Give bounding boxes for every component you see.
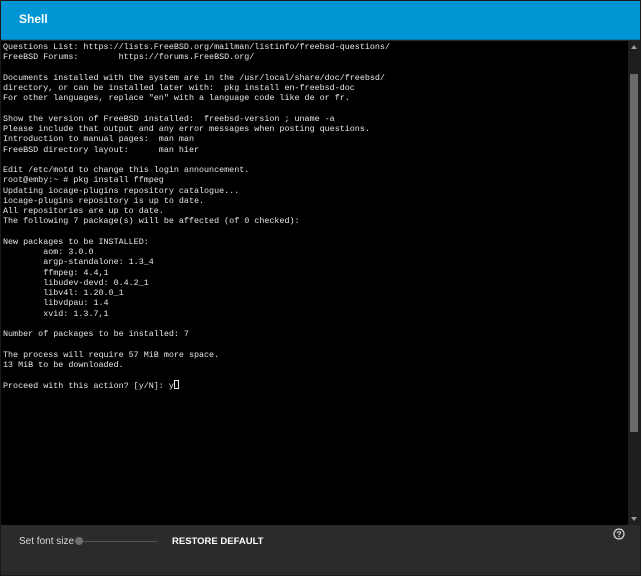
font-size-slider-track[interactable]	[75, 541, 157, 542]
terminal-line: Documents installed with the system are …	[3, 72, 385, 83]
terminal[interactable]: Questions List: https://lists.FreeBSD.or…	[1, 41, 628, 525]
terminal-line: The process will require 57 MiB more spa…	[3, 349, 220, 360]
terminal-line: Updating iocage-plugins repository catal…	[3, 185, 240, 196]
terminal-line: Number of packages to be installed: 7	[3, 329, 189, 339]
terminal-line: argp-standalone: 1.3_4	[3, 257, 154, 268]
terminal-line: Edit /etc/motd to change this login anno…	[3, 165, 250, 175]
shell-footer: Set font size RESTORE DEFAULT	[1, 525, 640, 575]
terminal-line: Proceed with this action? [y/N]: y	[3, 380, 628, 391]
terminal-line: FreeBSD directory layout: man hier	[3, 144, 200, 155]
shell-header: Shell	[1, 1, 640, 40]
page-title: Shell	[19, 12, 48, 26]
terminal-cursor	[173, 380, 179, 390]
help-circle-icon[interactable]	[613, 528, 625, 540]
terminal-line: Introduction to manual pages: man man	[3, 134, 194, 145]
terminal-output[interactable]: Questions List: https://lists.FreeBSD.or…	[1, 41, 628, 391]
scrollbar-thumb[interactable]	[630, 74, 638, 433]
terminal-line: 13 MiB to be downloaded.	[3, 359, 124, 370]
scroll-down-arrow-icon[interactable]	[631, 517, 637, 521]
terminal-line: libv4l: 1.20.0_1	[3, 288, 124, 298]
font-size-label: Set font size	[19, 536, 75, 547]
terminal-line: New packages to be INSTALLED:	[3, 236, 149, 247]
terminal-line: root@emby:~ # pkg install ffmpeg	[3, 175, 164, 186]
terminal-line: The following 7 package(s) will be affec…	[3, 216, 300, 227]
terminal-line: Show the version of FreeBSD installed: f…	[3, 113, 335, 124]
scroll-up-arrow-icon[interactable]	[631, 45, 637, 49]
terminal-line: All repositories are up to date.	[3, 206, 164, 216]
restore-default-button[interactable]: RESTORE DEFAULT	[167, 531, 269, 551]
terminal-line: For other languages, replace "en" with a…	[3, 93, 350, 104]
terminal-line: libvdpau: 1.4	[3, 298, 109, 309]
terminal-line: aom: 3.0.0	[3, 247, 94, 257]
terminal-line: directory, or can be installed later wit…	[3, 83, 355, 93]
terminal-line: Please include that output and any error…	[3, 124, 370, 134]
font-size-slider-thumb[interactable]	[75, 537, 83, 545]
terminal-line: Questions List: https://lists.FreeBSD.or…	[3, 42, 390, 52]
terminal-scrollbar[interactable]	[628, 41, 640, 525]
shell-window: Shell Questions List: https://lists.Free…	[0, 0, 641, 576]
terminal-line: FreeBSD Forums: https://forums.FreeBSD.o…	[3, 52, 255, 63]
terminal-line: ffmpeg: 4.4,1	[3, 267, 109, 278]
terminal-line: iocage-plugins repository is up to date.	[3, 195, 205, 206]
terminal-line: xvid: 1.3.7,1	[3, 308, 109, 319]
font-size-slider[interactable]	[75, 537, 157, 547]
terminal-line: libudev-devd: 0.4.2_1	[3, 277, 149, 288]
